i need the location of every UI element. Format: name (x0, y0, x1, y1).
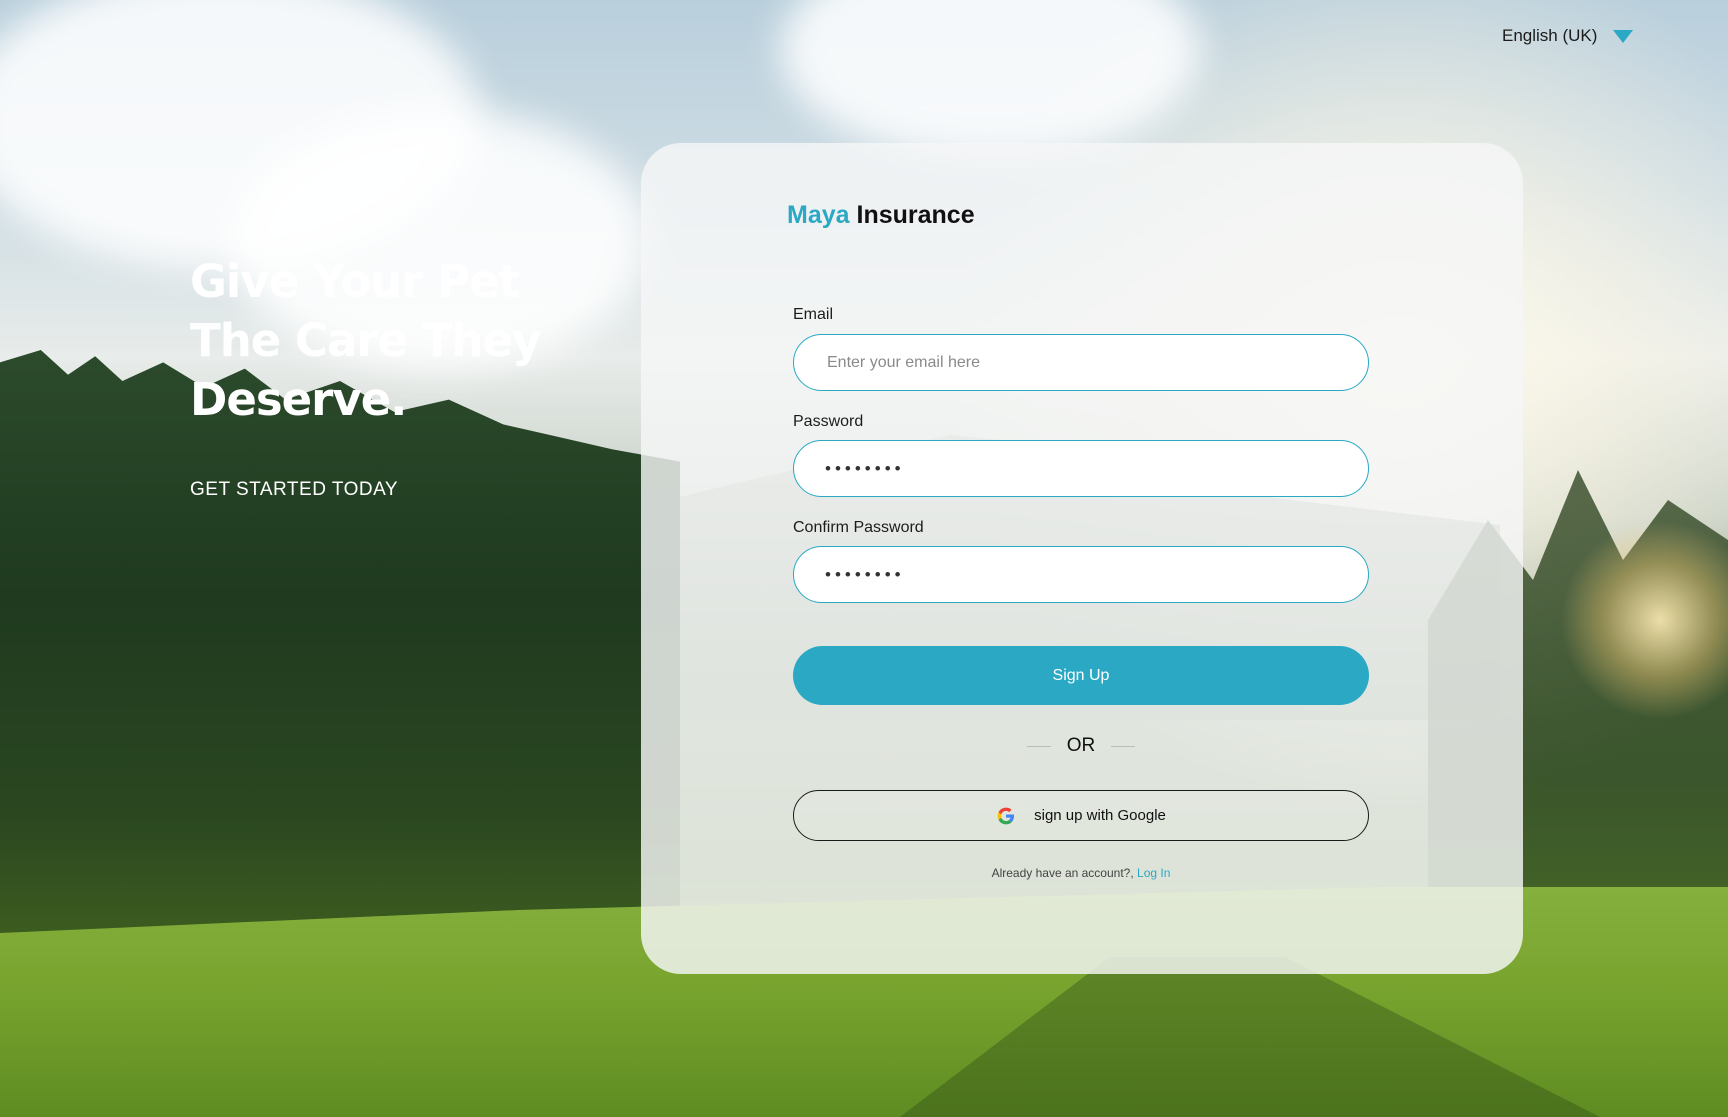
account-prompt-text: Already have an account?, (991, 866, 1134, 880)
confirm-password-field[interactable]: •••••••• (793, 546, 1369, 603)
brand-name: Insurance (856, 201, 975, 229)
email-field[interactable] (793, 334, 1369, 391)
hero: Give Your Pet The Care They Deserve. GET… (190, 252, 610, 501)
or-label: OR (1066, 735, 1096, 756)
language-selector[interactable]: English (UK) (1502, 24, 1634, 48)
login-prompt: Already have an account?, Log In (793, 866, 1369, 880)
password-field[interactable]: •••••••• (793, 440, 1369, 497)
log-in-link[interactable]: Log In (1137, 866, 1170, 880)
google-signup-label[interactable]: sign up with Google (1034, 807, 1166, 824)
password-value[interactable]: •••••••• (825, 459, 905, 479)
email-label: Email (793, 306, 834, 323)
language-label[interactable]: English (UK) (1502, 26, 1597, 46)
password-label: Password (793, 413, 864, 430)
email-input[interactable] (825, 352, 1368, 373)
sign-up-button[interactable]: Sign Up (793, 646, 1369, 705)
hero-title-line: The Care They (190, 314, 541, 367)
divider-line (1026, 745, 1051, 747)
hero-subtitle: GET STARTED TODAY (190, 479, 399, 500)
hero-title: Give Your Pet The Care They Deserve. (190, 252, 610, 429)
signup-page: English (UK) Give Your Pet The Care They… (0, 0, 1728, 1117)
confirm-password-value[interactable]: •••••••• (825, 565, 905, 585)
signup-card: Maya Insurance Email Password •••••••• C… (641, 143, 1523, 974)
confirm-password-label: Confirm Password (793, 519, 924, 536)
google-signup-button[interactable]: sign up with Google (793, 790, 1369, 841)
brand-accent: Maya (787, 201, 850, 229)
hero-title-line: Give Your Pet (190, 255, 520, 308)
divider-line (1111, 745, 1136, 747)
google-icon (997, 807, 1015, 824)
or-divider: OR (793, 733, 1369, 759)
caret-down-icon[interactable] (1613, 29, 1634, 43)
brand-logo: Maya Insurance (787, 201, 975, 230)
hero-title-line: Deserve. (190, 373, 407, 426)
